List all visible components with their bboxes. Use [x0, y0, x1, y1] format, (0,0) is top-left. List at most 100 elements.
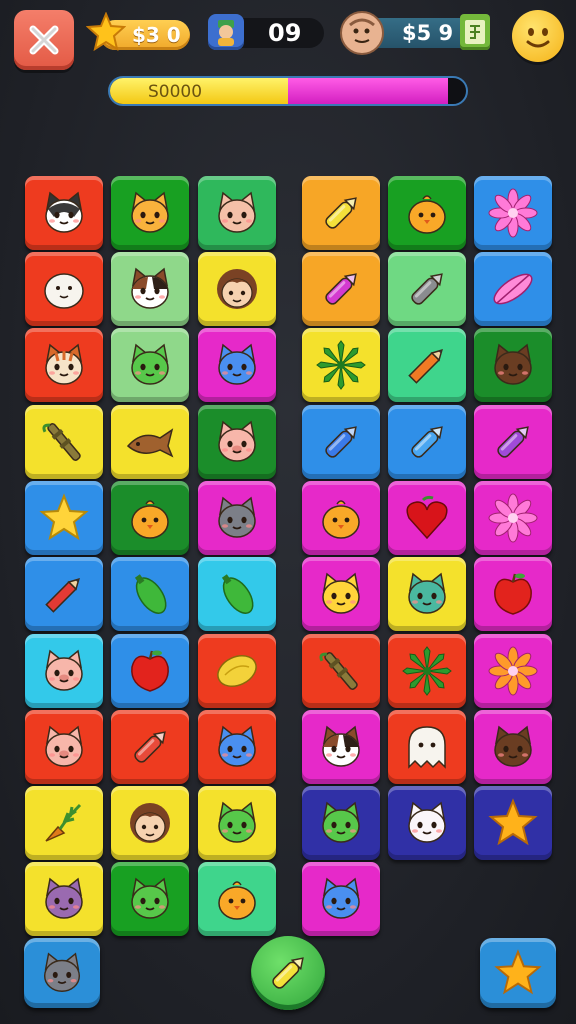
green-cat-icon: [315, 797, 367, 849]
board-tile[interactable]: [388, 710, 466, 784]
carrot-sprig-icon: [38, 797, 90, 849]
board-tile[interactable]: [474, 405, 552, 479]
board-tile[interactable]: [111, 862, 189, 936]
board-tile[interactable]: [302, 862, 380, 936]
pink-pig-icon: [211, 416, 263, 468]
board-tile[interactable]: [302, 481, 380, 555]
board-tile[interactable]: [198, 710, 276, 784]
board-tile[interactable]: [25, 405, 103, 479]
board-tile[interactable]: [25, 481, 103, 555]
board-tile[interactable]: [198, 328, 276, 402]
progress-label: S0000: [148, 82, 203, 102]
red-apple-icon: [124, 645, 176, 697]
bottom-left-button[interactable]: [24, 938, 100, 1008]
moves-value: 09: [268, 19, 302, 47]
orange-pencil-icon: [401, 339, 453, 391]
board-tile[interactable]: [25, 176, 103, 250]
brown-hair-girl-icon: [124, 797, 176, 849]
board-tile[interactable]: [111, 557, 189, 631]
board-tile[interactable]: [388, 786, 466, 860]
board-tile[interactable]: [388, 176, 466, 250]
board-tile[interactable]: [25, 328, 103, 402]
board-tile[interactable]: [198, 634, 276, 708]
board-tile[interactable]: [302, 252, 380, 326]
yellow-crayon-icon: [315, 187, 367, 239]
level-progress-bar: S0000: [108, 76, 468, 106]
smiley-button[interactable]: [512, 10, 564, 62]
pink-pig-icon: [38, 721, 90, 773]
board-tile[interactable]: [302, 176, 380, 250]
board-tile[interactable]: [388, 252, 466, 326]
progress-fill-magenta: [288, 78, 449, 104]
board-tile[interactable]: [302, 557, 380, 631]
board-tile[interactable]: [25, 786, 103, 860]
board-tile[interactable]: [474, 786, 552, 860]
board-tile[interactable]: [25, 634, 103, 708]
board-tile[interactable]: [302, 634, 380, 708]
bamboo-torch-icon: [38, 416, 90, 468]
board-tile[interactable]: [474, 252, 552, 326]
green-pepper-icon: [124, 568, 176, 620]
board-tile[interactable]: [111, 405, 189, 479]
white-ghost-icon: [401, 721, 453, 773]
green-cat-icon: [211, 797, 263, 849]
board-tile[interactable]: [25, 710, 103, 784]
board-tile[interactable]: [388, 634, 466, 708]
close-icon: [29, 25, 59, 55]
board-tile[interactable]: [474, 328, 552, 402]
green-cat-icon: [124, 339, 176, 391]
purple-crayon-icon: [487, 416, 539, 468]
board-tile[interactable]: [198, 405, 276, 479]
board-tile[interactable]: [474, 710, 552, 784]
board-tile[interactable]: [474, 481, 552, 555]
board-tile[interactable]: [388, 557, 466, 631]
board-tile[interactable]: [302, 710, 380, 784]
board-tile[interactable]: [111, 710, 189, 784]
pink-cat-icon: [211, 187, 263, 239]
star-icon: [86, 12, 126, 52]
board-tile[interactable]: [474, 176, 552, 250]
board-tile[interactable]: [111, 176, 189, 250]
board-tile[interactable]: [111, 252, 189, 326]
close-button[interactable]: [14, 10, 74, 70]
board-tile[interactable]: [25, 252, 103, 326]
gold-star-icon: [487, 797, 539, 849]
blue-cat-icon: [211, 721, 263, 773]
money-value: $5 9: [402, 21, 454, 45]
board-tile[interactable]: [198, 252, 276, 326]
smiley-icon: [526, 28, 550, 48]
board-tile[interactable]: [474, 634, 552, 708]
orange-flower-icon: [487, 645, 539, 697]
bamboo-torch-icon: [315, 645, 367, 697]
board-tile[interactable]: [302, 405, 380, 479]
board-tile[interactable]: [388, 481, 466, 555]
board-tile[interactable]: [25, 862, 103, 936]
board-tile[interactable]: [388, 328, 466, 402]
white-cat-icon: [401, 797, 453, 849]
board-tile[interactable]: [111, 328, 189, 402]
card-icon[interactable]: [460, 14, 490, 50]
board-tile[interactable]: [474, 557, 552, 631]
board-tile[interactable]: [25, 557, 103, 631]
brown-bear-icon: [487, 721, 539, 773]
board-tile[interactable]: [198, 176, 276, 250]
red-pencil-icon: [38, 568, 90, 620]
board-tile[interactable]: [198, 862, 276, 936]
blue-cat-icon: [211, 339, 263, 391]
bottom-center-button[interactable]: [251, 936, 325, 1010]
gray-cat-icon: [211, 492, 263, 544]
board-tile[interactable]: [302, 786, 380, 860]
board-tile[interactable]: [111, 786, 189, 860]
orange-cat-icon: [124, 187, 176, 239]
blue-cat-icon: [315, 873, 367, 925]
board-tile[interactable]: [198, 481, 276, 555]
calico-cat-icon: [315, 721, 367, 773]
board-tile[interactable]: [198, 786, 276, 860]
board-tile[interactable]: [388, 405, 466, 479]
bottom-right-button[interactable]: [480, 938, 556, 1008]
board-tile[interactable]: [302, 328, 380, 402]
board-tile[interactable]: [198, 557, 276, 631]
board-tile[interactable]: [111, 481, 189, 555]
board-tile[interactable]: [111, 634, 189, 708]
green-cat-icon: [124, 873, 176, 925]
